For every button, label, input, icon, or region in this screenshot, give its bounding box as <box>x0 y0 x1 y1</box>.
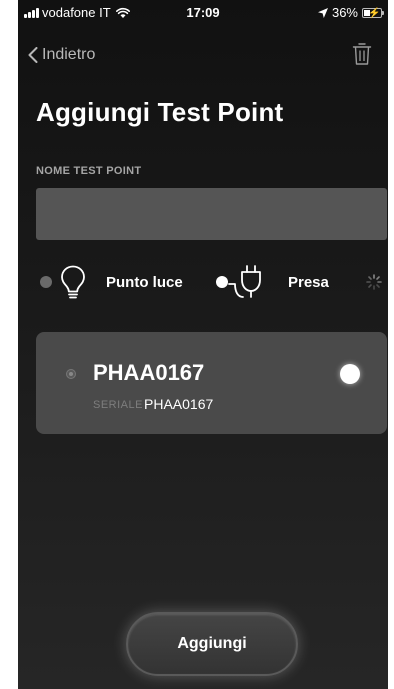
plug-icon <box>228 265 261 298</box>
test-point-name-input[interactable] <box>36 188 387 240</box>
status-bar: vodafone IT 17:09 36% ⚡ <box>18 0 388 26</box>
serial-label: SERIALE <box>93 399 143 411</box>
device-toggle[interactable] <box>340 364 360 384</box>
app-screen: vodafone IT 17:09 36% ⚡ Indietro Aggiung… <box>18 0 388 689</box>
charging-bolt-icon: ⚡ <box>368 7 381 19</box>
name-field-label: NOME TEST POINT <box>36 165 142 177</box>
type-selector: Punto luce Presa <box>36 262 388 302</box>
radio-unselected <box>40 276 52 288</box>
page-title: Aggiungi Test Point <box>36 97 284 127</box>
trash-icon[interactable] <box>352 42 372 66</box>
back-button[interactable]: Indietro <box>28 46 95 64</box>
device-card[interactable]: PHAA0167 SERIALE PHAA0167 <box>36 332 387 434</box>
type-option-presa[interactable]: Presa <box>212 262 352 302</box>
chevron-left-icon <box>28 47 38 63</box>
type-label-presa: Presa <box>288 274 329 291</box>
device-radio[interactable] <box>66 369 76 379</box>
radio-selected <box>216 276 228 288</box>
light-bulb-icon <box>61 265 85 299</box>
type-option-punto-luce[interactable]: Punto luce <box>36 262 206 302</box>
device-name: PHAA0167 <box>93 360 205 385</box>
loading-spinner-icon <box>366 274 382 290</box>
battery-icon: ⚡ <box>362 7 384 19</box>
add-button[interactable]: Aggiungi <box>126 612 298 676</box>
battery-percent: 36% <box>331 5 358 20</box>
type-label-punto-luce: Punto luce <box>106 274 183 291</box>
serial-value: PHAA0167 <box>144 396 214 412</box>
status-right: 36% ⚡ <box>317 5 384 20</box>
location-arrow-icon <box>317 7 328 18</box>
back-label: Indietro <box>42 46 96 63</box>
